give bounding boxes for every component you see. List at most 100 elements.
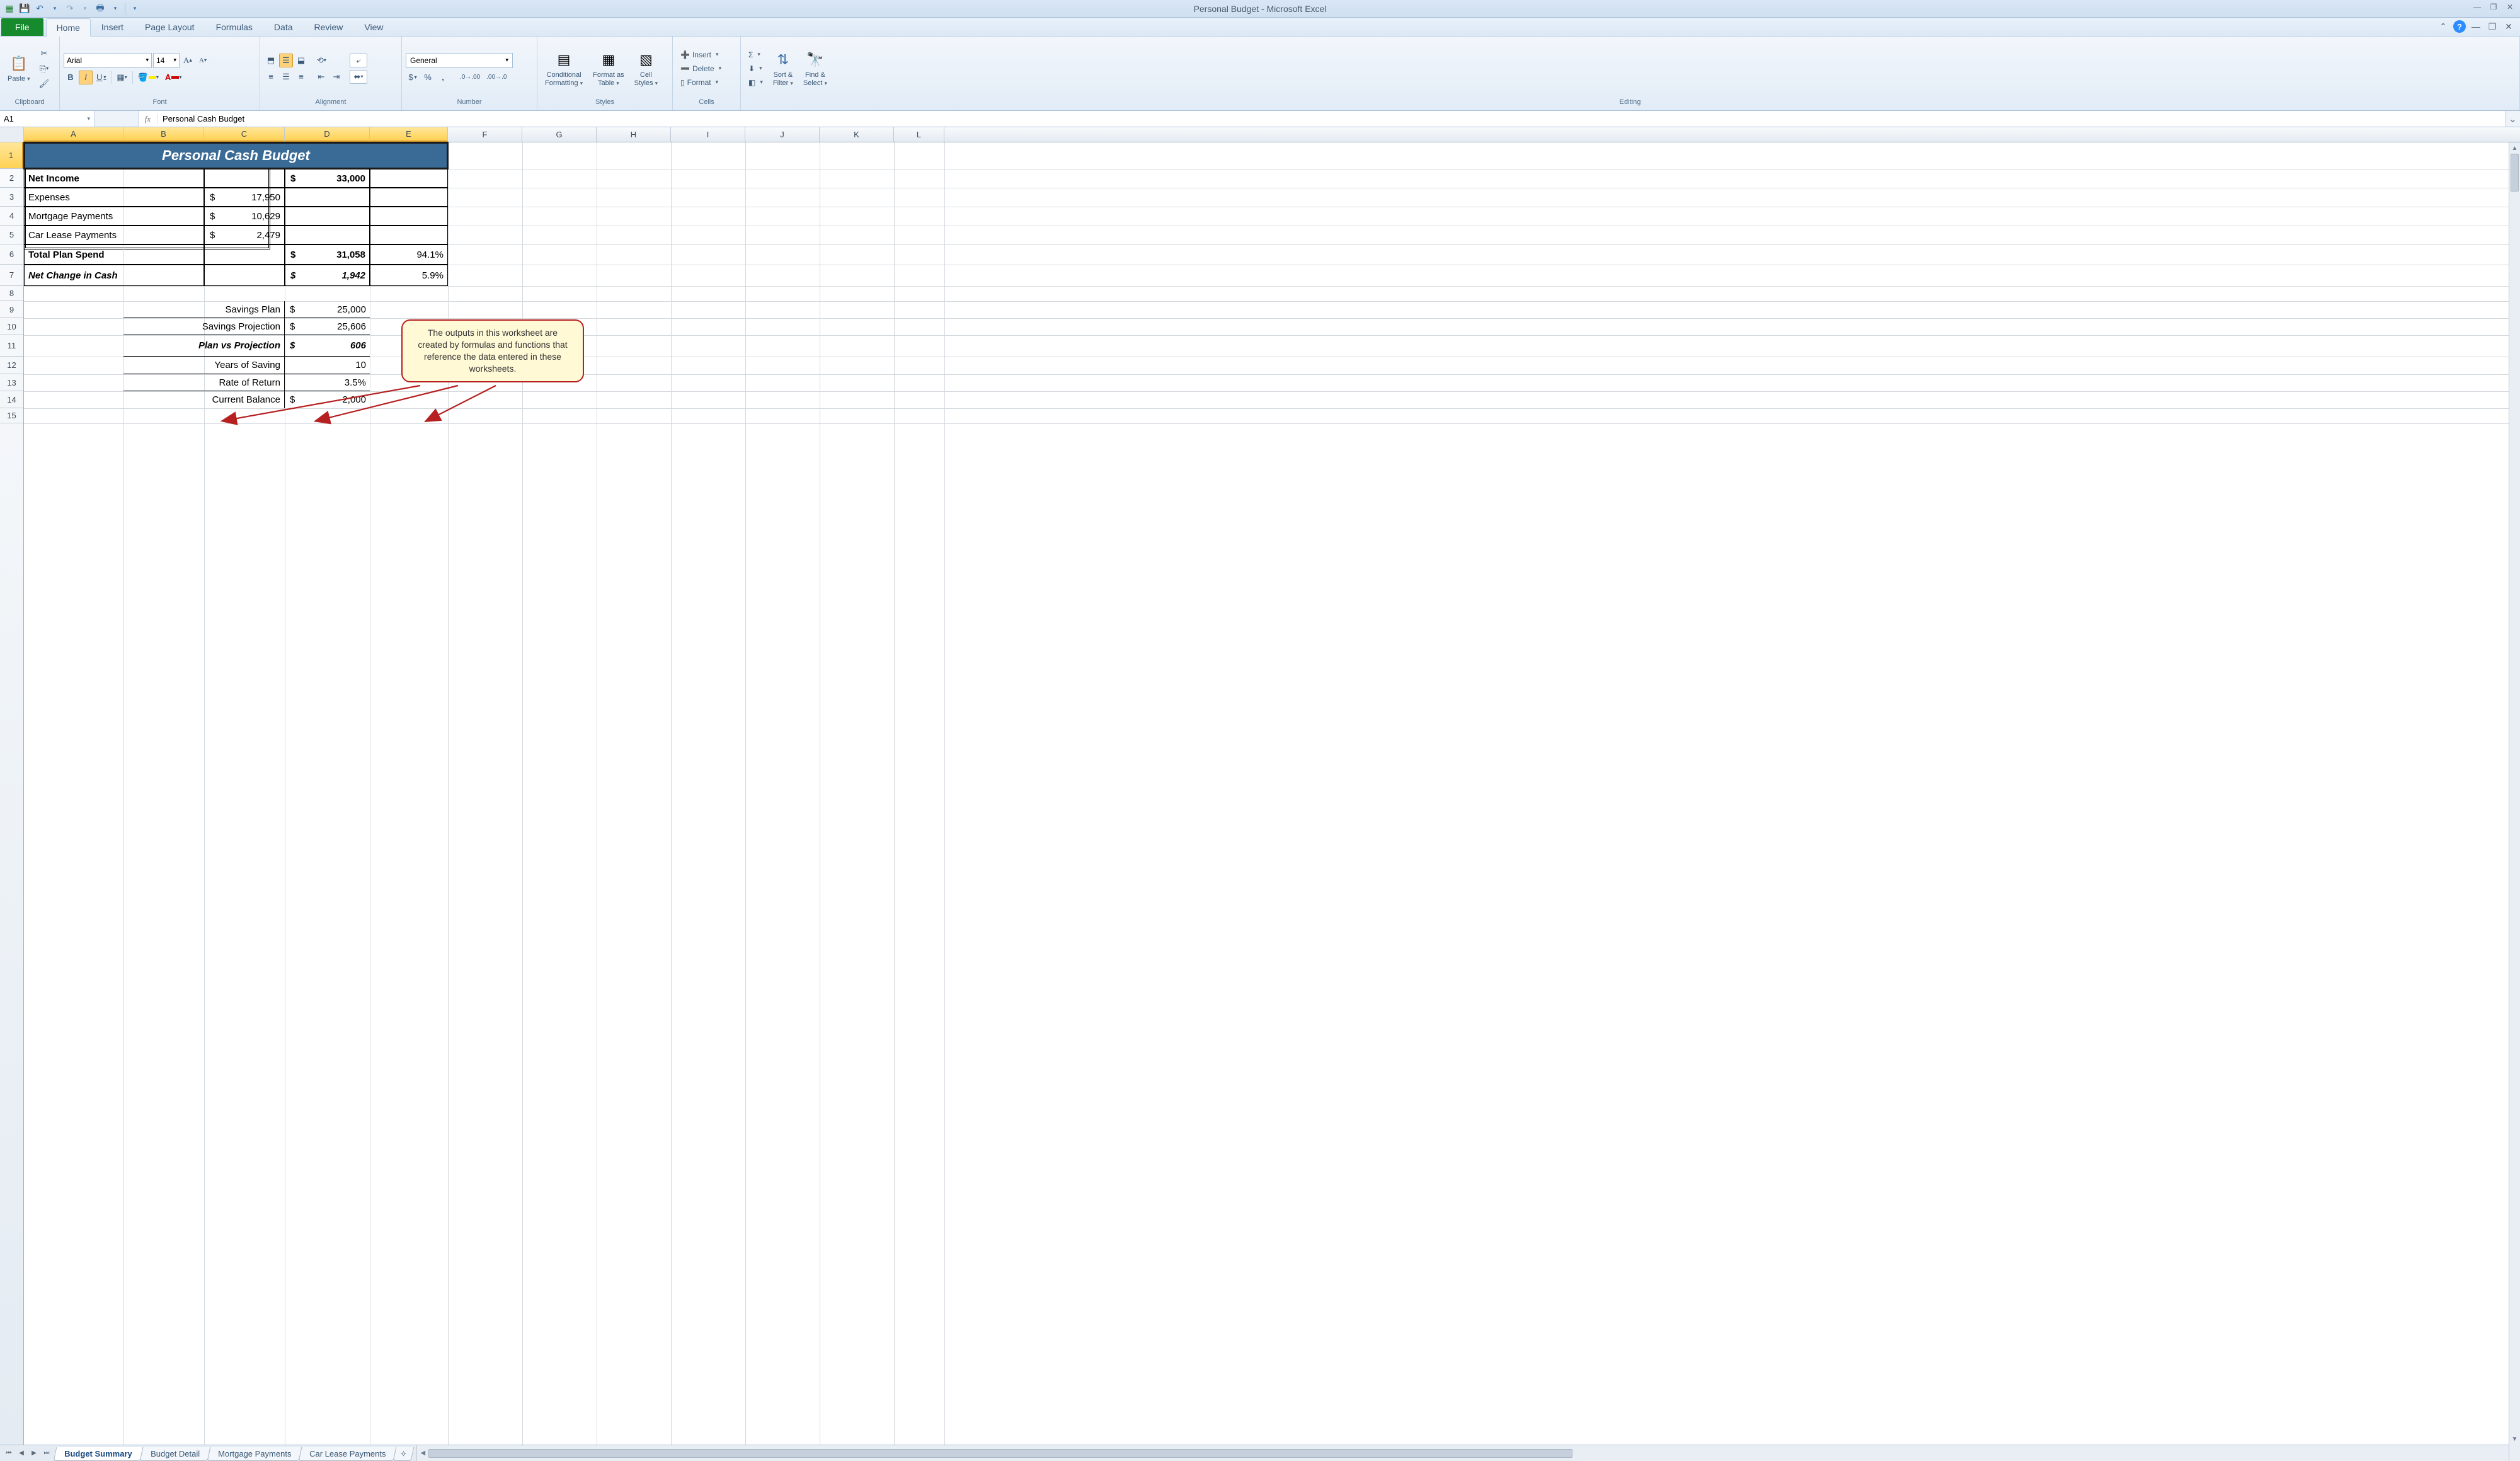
bold-button[interactable]: B [64,71,77,84]
cell-styles-button[interactable]: ▧CellStyles [631,49,662,88]
format-as-table-button[interactable]: ▦Format asTable [589,49,628,88]
cell-E3[interactable] [370,188,448,207]
file-tab[interactable]: File [1,18,43,36]
decrease-decimal-icon[interactable]: .00→.0 [484,71,509,84]
cell-E2[interactable] [370,169,448,188]
row-header-7[interactable]: 7 [0,265,23,286]
print-icon[interactable]: 🖶 [93,2,107,16]
select-all-corner[interactable] [0,127,24,142]
minimize-icon[interactable]: — [2470,1,2485,13]
cell-A7[interactable]: Net Change in Cash [24,265,204,286]
first-sheet-icon[interactable]: ⏮ [3,1447,15,1460]
cell-C3[interactable]: $17,950 [204,188,285,207]
cell-D5[interactable] [285,226,370,244]
format-cells-button[interactable]: ▯Format [677,76,725,89]
prev-sheet-icon[interactable]: ◀ [15,1447,28,1460]
restore-icon[interactable]: ❐ [2486,1,2501,13]
workbook-close-icon[interactable]: ✕ [2502,20,2515,33]
tab-home[interactable]: Home [46,18,91,37]
font-size-select[interactable]: 14▾ [153,53,180,68]
sheet-tab-mortgage-payments[interactable]: Mortgage Payments [207,1447,302,1461]
scroll-down-icon[interactable]: ▼ [2509,1433,2520,1445]
decrease-indent-icon[interactable]: ⇤ [314,70,328,84]
insert-cells-button[interactable]: ➕Insert [677,48,725,62]
fx-icon[interactable]: fx [139,114,158,124]
format-painter-icon[interactable]: 🖌 [37,77,52,91]
clear-button[interactable]: ◧ [745,76,767,89]
cell-E7[interactable]: 5.9% [370,265,448,286]
col-header-B[interactable]: B [123,127,204,142]
save-icon[interactable]: 💾 [18,2,32,16]
autosum-button[interactable]: Σ [745,48,767,62]
find-select-button[interactable]: 🔭Find &Select [799,49,831,88]
print-dropdown-icon[interactable]: ▾ [108,2,122,16]
row-header-6[interactable]: 6 [0,244,23,265]
col-header-J[interactable]: J [745,127,820,142]
excel-icon[interactable]: ▦ [3,2,16,16]
cell-D7[interactable]: $1,942 [285,265,370,286]
cell-D13[interactable]: 3.5% [285,374,370,391]
col-header-G[interactable]: G [522,127,597,142]
row-header-12[interactable]: 12 [0,357,23,374]
tab-view[interactable]: View [353,18,394,36]
row-header-5[interactable]: 5 [0,226,23,244]
tab-data[interactable]: Data [263,18,304,36]
cell-C4[interactable]: $10,629 [204,207,285,226]
copy-icon[interactable]: ⎘▾ [37,62,52,76]
paste-button[interactable]: 📋 Paste [4,52,34,84]
cell-BC11[interactable]: Plan vs Projection [123,335,285,357]
undo-icon[interactable]: ↶ [33,2,47,16]
align-middle-icon[interactable]: ☰ [279,54,293,67]
cell-C6[interactable] [204,244,285,265]
row-header-9[interactable]: 9 [0,301,23,318]
cells-area[interactable]: Personal Cash BudgetNet Income$33,000Exp… [24,142,2509,1445]
scroll-left-icon[interactable]: ◀ [417,1450,428,1457]
merge-center-icon[interactable]: ⬌▾ [350,70,367,84]
sheet-tab-budget-summary[interactable]: Budget Summary [54,1447,143,1461]
vscroll-thumb[interactable] [2511,154,2519,192]
hscroll-thumb[interactable] [428,1449,1572,1458]
sort-filter-button[interactable]: ⇅Sort &Filter [769,49,797,88]
close-icon[interactable]: ✕ [2502,1,2517,13]
cell-BC14[interactable]: Current Balance [123,391,285,408]
tab-page-layout[interactable]: Page Layout [134,18,205,36]
fill-button[interactable]: ⬇ [745,62,767,76]
resize-corner[interactable] [2509,1445,2520,1461]
cell-A4[interactable]: Mortgage Payments [24,207,204,226]
cell-E6[interactable]: 94.1% [370,244,448,265]
redo-dropdown-icon[interactable]: ▾ [78,2,92,16]
tab-review[interactable]: Review [304,18,354,36]
cell-A6[interactable]: Total Plan Spend [24,244,204,265]
row-header-15[interactable]: 15 [0,408,23,423]
col-header-L[interactable]: L [894,127,944,142]
cell-BC12[interactable]: Years of Saving [123,357,285,374]
col-header-K[interactable]: K [820,127,894,142]
cell-D6[interactable]: $31,058 [285,244,370,265]
row-header-13[interactable]: 13 [0,374,23,391]
percent-format-icon[interactable]: % [421,71,435,84]
expand-formula-bar-icon[interactable]: ⌄ [2505,111,2520,127]
minimize-ribbon-icon[interactable]: ⌃ [2437,20,2449,33]
delete-cells-button[interactable]: ➖Delete [677,62,725,76]
cell-D10[interactable]: $25,606 [285,318,370,335]
cell-E4[interactable] [370,207,448,226]
cell-E5[interactable] [370,226,448,244]
row-header-14[interactable]: 14 [0,391,23,408]
accounting-format-icon[interactable]: $▾ [406,71,420,84]
orientation-icon[interactable]: ⟲▾ [314,54,329,67]
workbook-minimize-icon[interactable]: — [2470,20,2482,33]
cell-D2[interactable]: $33,000 [285,169,370,188]
col-header-E[interactable]: E [370,127,448,142]
sheet-tab-budget-detail[interactable]: Budget Detail [139,1447,210,1461]
cell-D4[interactable] [285,207,370,226]
tab-insert[interactable]: Insert [91,18,134,36]
workbook-restore-icon[interactable]: ❐ [2486,20,2499,33]
row-header-2[interactable]: 2 [0,169,23,188]
cell-A5[interactable]: Car Lease Payments [24,226,204,244]
font-name-select[interactable]: Arial▾ [64,53,152,68]
col-header-D[interactable]: D [285,127,370,142]
next-sheet-icon[interactable]: ▶ [28,1447,40,1460]
align-bottom-icon[interactable]: ⬓ [294,54,308,67]
italic-button[interactable]: I [79,71,93,84]
align-center-icon[interactable]: ☰ [279,70,293,84]
